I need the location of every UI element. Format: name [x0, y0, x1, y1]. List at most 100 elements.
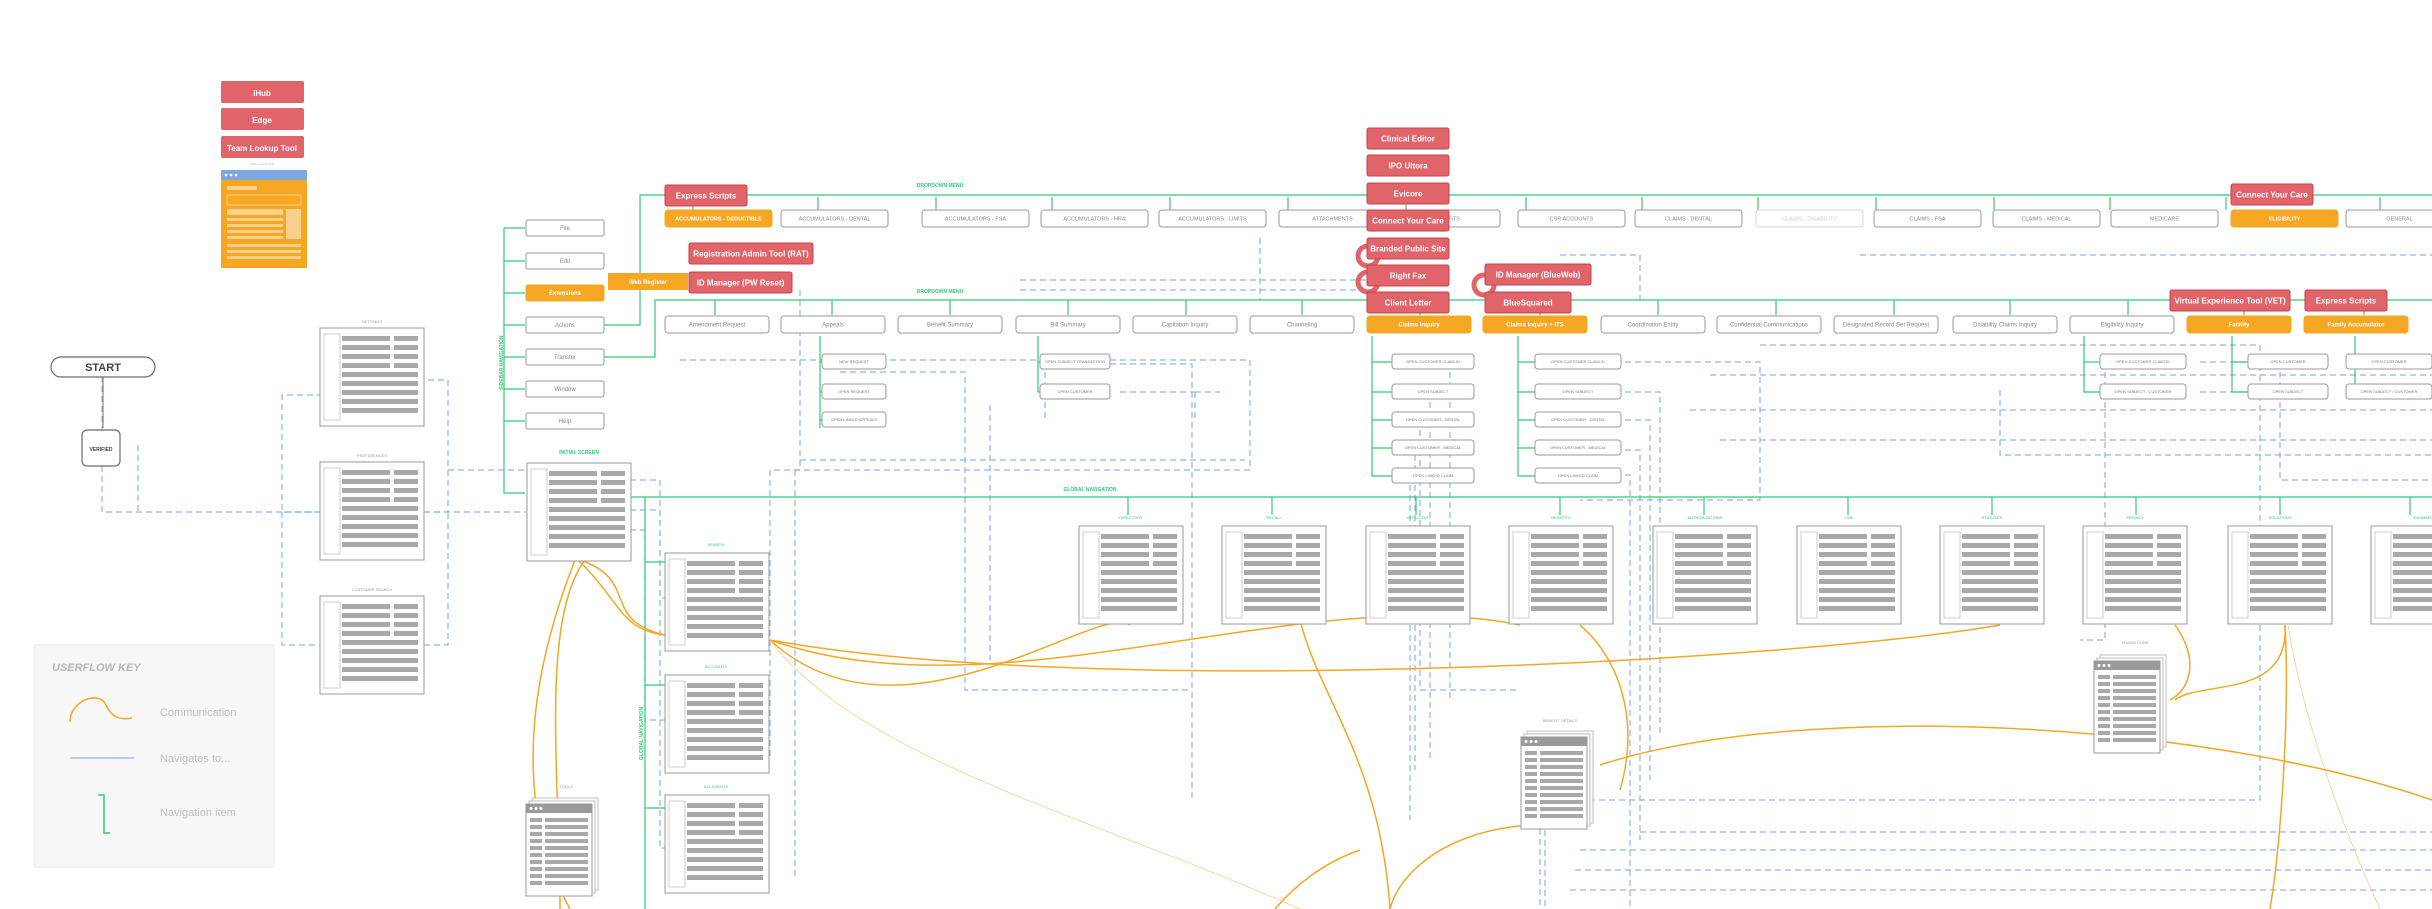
global-screen-applicant[interactable] — [1365, 525, 1471, 625]
screen-accounts[interactable] — [664, 674, 770, 774]
sidebar-item-help[interactable]: Help — [525, 412, 605, 430]
sub-item-open-subject[interactable]: OPEN SUBJECT — [1391, 383, 1475, 400]
sub-item-open-subject-customer[interactable]: OPEN SUBJECT / CUSTOMER — [2099, 383, 2187, 400]
global-screen-link[interactable] — [1796, 525, 1902, 625]
sub-item-open-customer-claim-id[interactable]: OPEN CUSTOMER CLAIM ID — [1391, 353, 1475, 370]
tool-ihub[interactable]: iHub — [221, 81, 304, 103]
sub-item-open-customer-medical[interactable]: OPEN CUSTOMER - MEDICAL — [1534, 439, 1622, 456]
global-screen-directory[interactable] — [1078, 525, 1184, 625]
screen-settings[interactable] — [319, 327, 425, 427]
sub-item-open-customer-claim-id[interactable]: OPEN CUSTOMER CLAIM ID — [1534, 353, 1622, 370]
top-menu-item-csr-accounts[interactable]: CSR ACCOUNTS — [1517, 209, 1626, 228]
sub-item-open-subject-transaction[interactable]: OPEN SUBJECT TRANSACTION — [1039, 353, 1111, 370]
mid-menu-item-facility[interactable]: Facility — [2186, 315, 2292, 334]
tool-team-lookup[interactable]: Team Lookup Tool — [221, 136, 304, 158]
window-tools[interactable] — [525, 797, 599, 897]
mid-menu-item-capitation-inquiry[interactable]: Capitation Inquiry — [1132, 315, 1238, 334]
sub-item-open-customer-dental[interactable]: OPEN CUSTOMER - DENTAL — [1391, 411, 1475, 428]
top-menu-item-claims-disability[interactable]: CLAIMS - DISABILITY — [1755, 209, 1864, 228]
mid-menu-item-designated-record-set-request[interactable]: Designated Record Set Request — [1833, 315, 1939, 334]
screen-customer-search[interactable] — [319, 595, 425, 695]
global-screen-authorizations[interactable] — [1652, 525, 1758, 625]
sub-item-open-customer-medical[interactable]: OPEN CUSTOMER - MEDICAL — [1391, 439, 1475, 456]
mid-menu-item-coordination-entity[interactable]: Coordination Entity — [1600, 315, 1706, 334]
tool-tag-express-scripts[interactable]: Express Scripts — [664, 184, 748, 207]
sidebar-item-edit[interactable]: Edit — [525, 252, 605, 270]
sidebar-item-file[interactable]: File — [525, 219, 605, 237]
window-transitions[interactable] — [2093, 654, 2167, 754]
sidebar-item-transfer[interactable]: Transfer — [525, 348, 605, 366]
sidebar-item-window[interactable]: Window — [525, 380, 605, 398]
tool-tag-id-manager-blueweb-label: ID Manager (BlueWeb) — [1496, 270, 1581, 279]
sub-item-open-subject[interactable]: OPEN SUBJECT — [2247, 383, 2329, 400]
sub-item-open-customer-claim-id[interactable]: OPEN CUSTOMER CLAIM ID — [2099, 353, 2187, 370]
tool-tag-branded-public-site[interactable]: Branded Public Site — [1366, 237, 1450, 260]
top-menu-item-accumulators-limits[interactable]: ACCUMULATORS - LIMITS — [1158, 209, 1267, 228]
tool-tag-client-letter[interactable]: Client Letter — [1366, 291, 1450, 314]
verified-node[interactable]: VERIFIED — [81, 429, 121, 467]
top-menu-item-eligibility[interactable]: ELIGIBILITY — [2230, 209, 2339, 228]
top-menu-item-accumulators-dental[interactable]: ACCUMULATORS - DENTAL — [780, 209, 889, 228]
top-menu-item-claims-medical[interactable]: CLAIMS - MEDICAL — [1992, 209, 2101, 228]
start-node[interactable]: START — [50, 356, 156, 378]
sub-item-open-customer[interactable]: OPEN CUSTOMER — [2345, 353, 2432, 370]
mid-menu-item-family-accumulator[interactable]: Family Accumulator — [2303, 315, 2409, 334]
sub-item-open-customer[interactable]: OPEN CUSTOMER — [1039, 383, 1111, 400]
tool-tag-registration-admin-tool-rat[interactable]: Registration Admin Tool (RAT) — [688, 242, 814, 265]
mid-menu-item-bill-summary[interactable]: Bill Summary — [1015, 315, 1121, 334]
top-menu-item-accumulators-fsa[interactable]: ACCUMULATORS - FSA — [921, 209, 1030, 228]
sub-item-open-linked-appeals[interactable]: OPEN LINKED APPEALS — [821, 411, 887, 428]
global-screen-recall[interactable] — [1221, 525, 1327, 625]
mid-menu-item-eligibility-inquiry[interactable]: Eligibility Inquiry — [2069, 315, 2175, 334]
sub-item-open-subject[interactable]: OPEN SUBJECT — [1534, 383, 1622, 400]
mid-menu-item-claims-inquiry[interactable]: Claims Inquiry — [1366, 315, 1472, 334]
web-register[interactable]: Web Register — [608, 273, 688, 290]
sidebar-item-actions[interactable]: Actions — [525, 316, 605, 334]
sub-item-open-subject-customer[interactable]: OPEN SUBJECT / CUSTOMER — [2345, 383, 2432, 400]
screen-search[interactable] — [664, 552, 770, 652]
tool-tag-ipo-ultora[interactable]: IPO Ultora — [1366, 154, 1450, 177]
sub-item-open-request[interactable]: OPEN REQUEST — [821, 383, 887, 400]
top-menu-item-claims-fsa[interactable]: CLAIMS - FSA — [1873, 209, 1982, 228]
sub-item-new-request[interactable]: NEW REQUEST — [821, 353, 887, 370]
window-label: TOOLS — [559, 784, 573, 789]
tool-tag-clinical-editor[interactable]: Clinical Editor — [1366, 127, 1450, 150]
top-menu-item-accumulators-hra[interactable]: ACCUMULATORS - HRA — [1040, 209, 1149, 228]
tool-edge[interactable]: Edge — [221, 108, 304, 130]
tool-tag-id-manager-blueweb[interactable]: ID Manager (BlueWeb) — [1484, 263, 1592, 286]
tool-tag-id-manager-pw-reset[interactable]: ID Manager (PW Reset) — [688, 271, 793, 294]
top-menu-item-claims-dental[interactable]: CLAIMS - DENTAL — [1634, 209, 1743, 228]
global-screen-benefits[interactable] — [1508, 525, 1614, 625]
tool-tag-express-scripts[interactable]: Express Scripts — [2304, 289, 2388, 312]
top-menu-item-general[interactable]: GENERAL — [2345, 209, 2432, 228]
tool-tag-evicore[interactable]: Evicore — [1366, 182, 1450, 205]
sub-item-open-customer[interactable]: OPEN CUSTOMER — [2247, 353, 2329, 370]
global-screen-solutions[interactable] — [2227, 525, 2333, 625]
mid-menu-item-appeals[interactable]: Appeals — [780, 315, 886, 334]
mid-menu-item-benefit-summary[interactable]: Benefit Summary — [897, 315, 1003, 334]
mid-menu-item-claims-inquiry-its[interactable]: Claims Inquiry + ITS — [1482, 315, 1588, 334]
tool-tag-bluesquared[interactable]: BlueSquared — [1484, 291, 1572, 314]
tool-tag-virtual-experience-tool-vet[interactable]: Virtual Experience Tool (VET) — [2169, 289, 2291, 312]
screen-all-events[interactable] — [664, 794, 770, 894]
tool-tag-connect-your-care[interactable]: Connect Your Care — [1366, 209, 1450, 232]
global-screen-privacy[interactable] — [2082, 525, 2188, 625]
global-screen-summary[interactable] — [2370, 525, 2432, 625]
mid-menu-item-confidential-communications[interactable]: Confidential Communications — [1716, 315, 1822, 334]
screen-initial[interactable] — [526, 462, 632, 562]
top-menu-item-eligibility-label: ELIGIBILITY — [2269, 216, 2301, 222]
tool-tag-right-fax[interactable]: Right Fax — [1366, 264, 1450, 287]
mid-menu-item-amendment-request[interactable]: Amendment Request — [664, 315, 770, 334]
mid-menu-item-channeling[interactable]: Channeling — [1249, 315, 1355, 334]
mid-menu-item-disability-claims-inquiry[interactable]: Disability Claims Inquiry — [1952, 315, 2058, 334]
window-benefit-details[interactable] — [1520, 730, 1594, 830]
sub-item-open-linked-claim[interactable]: OPEN LINKED CLAIM — [1534, 467, 1622, 484]
global-screen-statuses[interactable] — [1939, 525, 2045, 625]
sub-item-open-linked-claim[interactable]: OPEN LINKED CLAIM — [1391, 467, 1475, 484]
sub-item-open-customer-dental[interactable]: OPEN CUSTOMER - DENTAL — [1534, 411, 1622, 428]
top-menu-item-accumulators-deductible[interactable]: ACCUMULATORS - DEDUCTIBLE — [664, 209, 773, 228]
tool-tag-connect-your-care[interactable]: Connect Your Care — [2230, 183, 2314, 206]
top-menu-item-medicare[interactable]: MEDICARE — [2110, 209, 2219, 228]
screen-preferences[interactable] — [319, 461, 425, 561]
sidebar-item-extensions[interactable]: Extensions — [525, 284, 605, 302]
